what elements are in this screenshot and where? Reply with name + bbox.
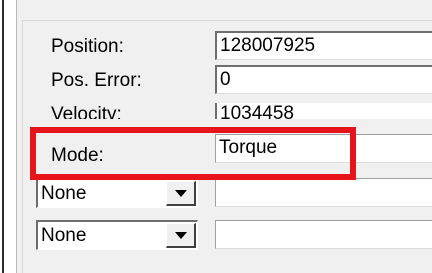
pos-error-field[interactable]: 0	[215, 65, 432, 94]
position-field[interactable]: 128007925	[215, 31, 432, 60]
dropdown-button-1[interactable]	[166, 181, 196, 206]
chevron-down-icon	[175, 190, 187, 197]
position-label: Position:	[51, 36, 124, 57]
chevron-down-icon	[175, 232, 187, 239]
mode-field[interactable]: Torque	[215, 134, 432, 163]
source-select-1[interactable]: None	[36, 178, 198, 208]
combo-2-value-field[interactable]	[215, 220, 432, 249]
velocity-row: Velocity: 1034458	[0, 103, 432, 119]
source-select-2-value: None	[41, 225, 87, 246]
groupbox-top-border	[22, 20, 432, 21]
mode-label: Mode:	[51, 145, 104, 166]
dropdown-button-2[interactable]	[166, 223, 196, 248]
source-select-1-value: None	[41, 183, 87, 204]
combo-1-value-field[interactable]	[215, 178, 432, 207]
groupbox-left-border	[22, 20, 23, 273]
pos-error-label: Pos. Error:	[51, 70, 142, 91]
source-select-2[interactable]: None	[36, 220, 198, 250]
window-left-edge	[0, 0, 4, 273]
velocity-field[interactable]: 1034458	[215, 103, 432, 119]
velocity-label: Velocity:	[51, 104, 122, 119]
